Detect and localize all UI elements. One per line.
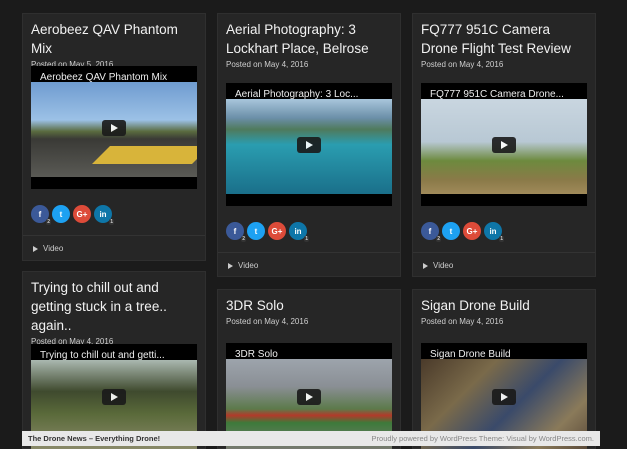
play-triangle-icon bbox=[423, 262, 428, 269]
site-name-link[interactable]: The Drone News – Everything Drone! bbox=[28, 434, 160, 443]
facebook-share-button[interactable]: f2 bbox=[421, 222, 441, 242]
play-button[interactable] bbox=[492, 388, 516, 405]
post-title[interactable]: Sigan Drone Build bbox=[413, 290, 595, 315]
share-count: 2 bbox=[46, 219, 51, 225]
facebook-share-button[interactable]: f2 bbox=[226, 222, 246, 242]
post-title[interactable]: Trying to chill out and getting stuck in… bbox=[23, 272, 205, 335]
post-card: Aerial Photography: 3 Lockhart Place, Be… bbox=[217, 13, 401, 277]
twitter-share-button[interactable]: t bbox=[52, 205, 70, 223]
linkedin-icon: in bbox=[489, 226, 497, 236]
google-plus-icon: G+ bbox=[466, 226, 478, 236]
video-embed[interactable]: FQ777 951C Camera Drone... bbox=[421, 83, 587, 206]
linkedin-icon: in bbox=[99, 209, 107, 219]
post-title[interactable]: FQ777 951C Camera Drone Flight Test Revi… bbox=[413, 14, 595, 58]
twitter-share-button[interactable]: t bbox=[247, 222, 265, 240]
share-count: 2 bbox=[241, 236, 246, 242]
post-card: FQ777 951C Camera Drone Flight Test Revi… bbox=[412, 13, 596, 277]
footer-credit[interactable]: Proudly powered by WordPress Theme: Visu… bbox=[372, 434, 594, 443]
play-button[interactable] bbox=[492, 136, 516, 153]
video-title[interactable]: FQ777 951C Camera Drone... bbox=[430, 89, 564, 100]
video-title[interactable]: Sigan Drone Build bbox=[430, 349, 511, 360]
google-plus-share-button[interactable]: G+ bbox=[73, 205, 91, 223]
share-count: 2 bbox=[436, 236, 441, 242]
share-buttons: f2 t G+ in 1 bbox=[31, 205, 114, 225]
post-title[interactable]: Aerobeez QAV Phantom Mix bbox=[23, 14, 205, 58]
video-embed[interactable]: Aerobeez QAV Phantom Mix bbox=[31, 66, 197, 189]
post-card: Trying to chill out and getting stuck in… bbox=[22, 271, 206, 449]
post-date[interactable]: Posted on May 4, 2016 bbox=[218, 315, 400, 326]
twitter-icon: t bbox=[59, 209, 63, 219]
share-count: 1 bbox=[499, 236, 504, 242]
share-count: 1 bbox=[109, 219, 114, 225]
post-format-row[interactable]: Video bbox=[218, 252, 400, 277]
video-title[interactable]: Trying to chill out and getti... bbox=[40, 350, 165, 361]
google-plus-share-button[interactable]: G+ bbox=[463, 222, 481, 240]
play-button[interactable] bbox=[297, 136, 321, 153]
share-count: 1 bbox=[304, 236, 309, 242]
site-footer: The Drone News – Everything Drone! Proud… bbox=[22, 431, 600, 446]
post-format-label[interactable]: Video bbox=[433, 261, 453, 270]
post-title[interactable]: 3DR Solo bbox=[218, 290, 400, 315]
linkedin-share-button[interactable]: in 1 bbox=[94, 205, 114, 225]
post-date[interactable]: Posted on May 4, 2016 bbox=[413, 58, 595, 69]
google-plus-icon: G+ bbox=[76, 209, 88, 219]
facebook-icon: f bbox=[233, 226, 237, 236]
share-buttons: f2 t G+ in 1 bbox=[226, 222, 309, 242]
post-card: Sigan Drone Build Posted on May 4, 2016 … bbox=[412, 289, 596, 449]
play-button[interactable] bbox=[102, 389, 126, 405]
twitter-share-button[interactable]: t bbox=[442, 222, 460, 240]
twitter-icon: t bbox=[449, 226, 453, 236]
post-date[interactable]: Posted on May 4, 2016 bbox=[413, 315, 595, 326]
video-title[interactable]: 3DR Solo bbox=[235, 349, 278, 360]
share-buttons: f2 t G+ in 1 bbox=[421, 222, 504, 242]
facebook-icon: f bbox=[428, 226, 432, 236]
post-date[interactable]: Posted on May 4, 2016 bbox=[218, 58, 400, 69]
play-button[interactable] bbox=[297, 388, 321, 405]
google-plus-icon: G+ bbox=[271, 226, 283, 236]
post-format-label[interactable]: Video bbox=[43, 244, 63, 253]
google-plus-share-button[interactable]: G+ bbox=[268, 222, 286, 240]
video-title[interactable]: Aerobeez QAV Phantom Mix bbox=[40, 72, 167, 83]
post-title[interactable]: Aerial Photography: 3 Lockhart Place, Be… bbox=[218, 14, 400, 58]
post-card: Aerobeez QAV Phantom Mix Posted on May 5… bbox=[22, 13, 206, 261]
linkedin-share-button[interactable]: in 1 bbox=[289, 222, 309, 242]
post-card: 3DR Solo Posted on May 4, 2016 3DR Solo bbox=[217, 289, 401, 449]
linkedin-icon: in bbox=[294, 226, 302, 236]
video-embed[interactable]: Aerial Photography: 3 Loc... bbox=[226, 83, 392, 206]
post-format-row[interactable]: Video bbox=[23, 235, 205, 261]
facebook-share-button[interactable]: f2 bbox=[31, 205, 51, 225]
linkedin-share-button[interactable]: in 1 bbox=[484, 222, 504, 242]
play-button[interactable] bbox=[102, 119, 126, 136]
play-triangle-icon bbox=[228, 262, 233, 269]
post-format-row[interactable]: Video bbox=[413, 252, 595, 277]
play-triangle-icon bbox=[33, 245, 38, 252]
video-title[interactable]: Aerial Photography: 3 Loc... bbox=[235, 89, 358, 100]
twitter-icon: t bbox=[254, 226, 258, 236]
post-format-label[interactable]: Video bbox=[238, 261, 258, 270]
facebook-icon: f bbox=[38, 209, 42, 219]
